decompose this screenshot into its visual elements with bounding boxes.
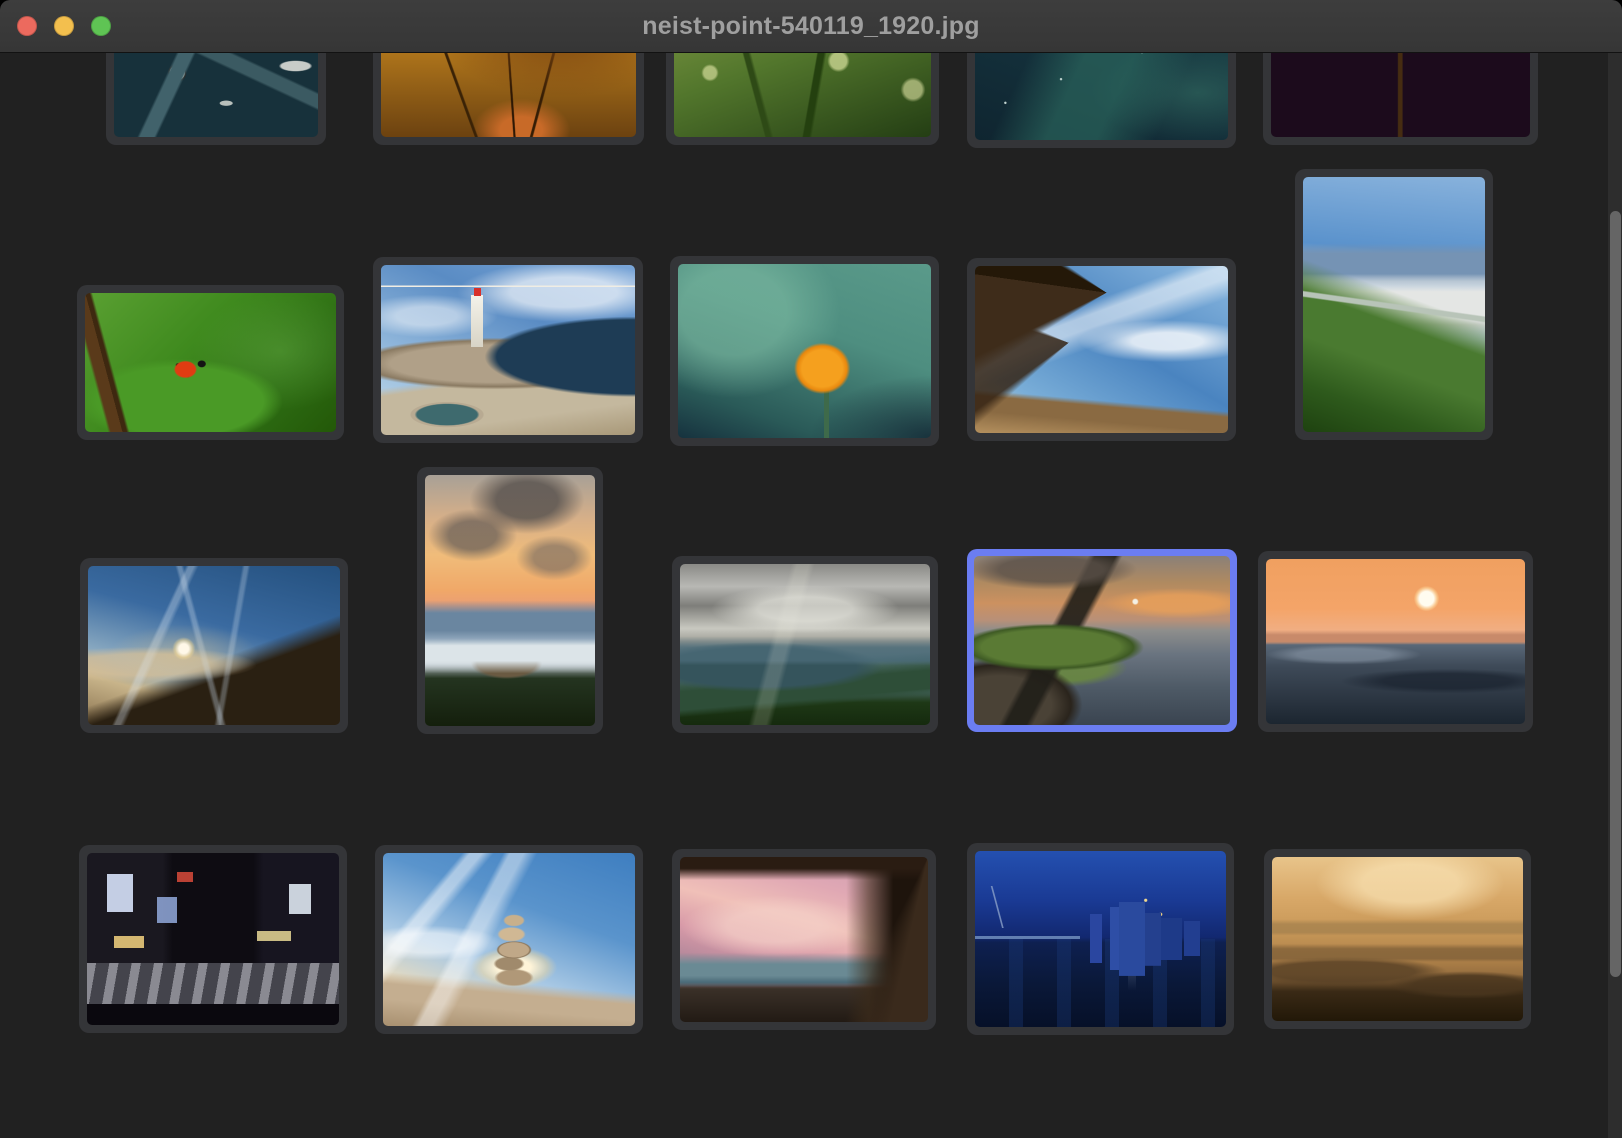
photo-shibuya-crossing-night <box>87 853 339 1025</box>
photo-stormy-mountain-valley <box>680 564 930 725</box>
thumbnail-shibuya-crossing-night[interactable] <box>79 845 347 1033</box>
photo-city-skyline-night-reflection <box>975 851 1226 1027</box>
thumbnail-stone-cairn-sunset[interactable] <box>375 845 643 1034</box>
minimize-button[interactable] <box>54 16 74 36</box>
thumbnail-neist-point-headland selected[interactable] <box>967 549 1237 732</box>
thumbnail-orange-flower-teal-macro[interactable] <box>670 256 939 446</box>
thumbnail-ladybug-on-leaf[interactable] <box>77 285 344 440</box>
thumbnail-lighthouse-rocky-coast[interactable] <box>373 257 643 443</box>
photo-desert-rock-peak <box>975 266 1228 433</box>
thumbnail-city-skyline-night-reflection[interactable] <box>967 843 1234 1035</box>
thumbnail-misty-golden-hills[interactable] <box>1264 849 1531 1029</box>
thumbnail-sunset-clouds-valley-portrait[interactable] <box>417 467 603 734</box>
traffic-lights <box>17 16 111 36</box>
scrollbar-thumb[interactable] <box>1610 211 1621 977</box>
window-title: neist-point-540119_1920.jpg <box>0 0 1622 52</box>
photo-ocean-wave-sunset <box>1266 559 1525 724</box>
thumbnail-desert-rock-peak[interactable] <box>967 258 1236 441</box>
photo-sunset-above-cloud-sea <box>88 566 340 725</box>
thumbnail-green-ridge-above-clouds[interactable] <box>1295 169 1493 440</box>
photo-lighthouse-rocky-coast <box>381 265 635 435</box>
zoom-button[interactable] <box>91 16 111 36</box>
title-bar: neist-point-540119_1920.jpg <box>0 0 1622 53</box>
scrollbar-track[interactable] <box>1608 52 1622 1138</box>
close-button[interactable] <box>17 16 37 36</box>
photo-sunset-clouds-valley-portrait <box>425 475 595 726</box>
photo-orange-flower-teal-macro <box>678 264 931 438</box>
app-window: neist-point-540119_1920.jpg <box>0 0 1622 1138</box>
photo-stone-cairn-sunset <box>383 853 635 1026</box>
photo-misty-golden-hills <box>1272 857 1523 1021</box>
photo-ladybug-on-leaf <box>85 293 336 432</box>
photo-neist-point-headland <box>974 556 1230 725</box>
thumbnail-sea-cave-pink-clouds[interactable] <box>672 849 936 1030</box>
thumbnail-stormy-mountain-valley[interactable] <box>672 556 938 733</box>
photo-green-ridge-above-clouds <box>1303 177 1485 432</box>
photo-sea-cave-pink-clouds <box>680 857 928 1022</box>
thumbnail-ocean-wave-sunset[interactable] <box>1258 551 1533 732</box>
thumbnail-sunset-above-cloud-sea[interactable] <box>80 558 348 733</box>
